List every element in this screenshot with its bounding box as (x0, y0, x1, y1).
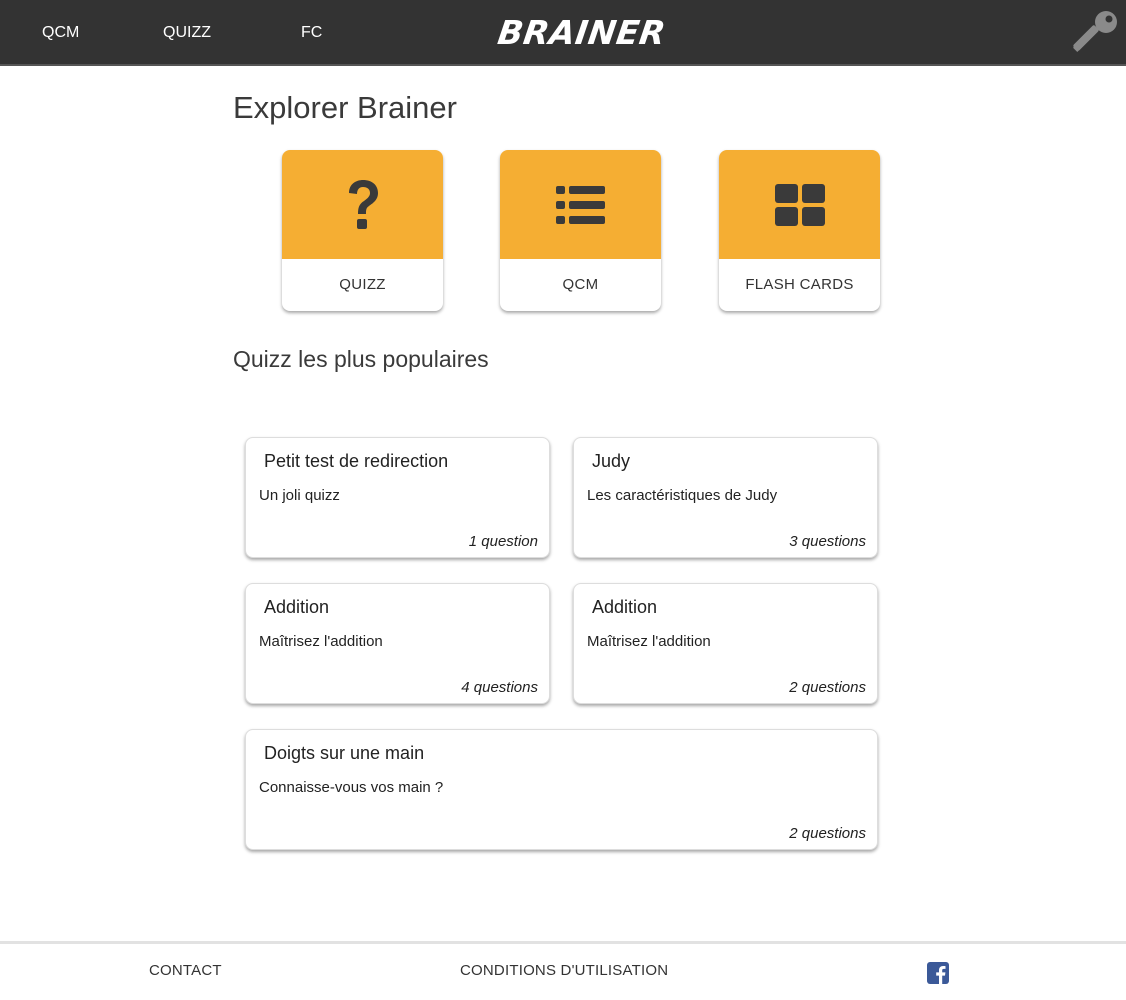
category-tile-flash-cards[interactable]: FLASH CARDS (719, 150, 880, 311)
quiz-description: Un joli quizz (259, 487, 340, 504)
quiz-question-count: 4 questions (461, 679, 538, 696)
tile-header (500, 150, 661, 259)
tile-header (719, 150, 880, 259)
category-tile-quizz[interactable]: QUIZZ (282, 150, 443, 311)
quiz-question-count: 2 questions (789, 679, 866, 696)
question-mark-icon (348, 179, 378, 229)
quiz-title: Petit test de redirection (264, 451, 449, 471)
grid-icon (774, 183, 825, 226)
facebook-icon[interactable] (927, 962, 949, 984)
quiz-card[interactable]: Judy Les caractéristiques de Judy 3 ques… (573, 437, 878, 558)
tile-label: QCM (562, 276, 599, 293)
page-title: Explorer Brainer (233, 90, 457, 125)
quiz-card[interactable]: Petit test de redirection Un joli quizz … (245, 437, 550, 558)
tile-header (282, 150, 443, 259)
nav-link-qcm[interactable]: QCM (42, 24, 79, 42)
quiz-description: Les caractéristiques de Judy (587, 487, 778, 504)
quiz-title: Doigts sur une main (264, 743, 425, 763)
brainer-logo[interactable]: BRAINER (495, 10, 668, 56)
quiz-card[interactable]: Addition Maîtrisez l'addition 4 question… (245, 583, 550, 704)
quiz-question-count: 3 questions (789, 533, 866, 550)
category-tile-qcm[interactable]: QCM (500, 150, 661, 311)
key-icon[interactable] (1068, 8, 1122, 60)
quiz-title: Addition (592, 597, 658, 617)
quiz-description: Connaisse-vous vos main ? (259, 779, 444, 796)
top-navigation-bar: QCM QUIZZ FC BRAINER (0, 0, 1126, 66)
quiz-title: Judy (592, 451, 631, 471)
quiz-card[interactable]: Doigts sur une main Connaisse-vous vos m… (245, 729, 878, 850)
footer-terms-link[interactable]: CONDITIONS D'UTILISATION (460, 962, 668, 979)
list-icon (555, 185, 605, 224)
quiz-description: Maîtrisez l'addition (587, 633, 711, 650)
popular-quizz-heading: Quizz les plus populaires (233, 346, 489, 372)
quiz-description: Maîtrisez l'addition (259, 633, 383, 650)
footer-divider (0, 941, 1126, 944)
nav-link-quizz[interactable]: QUIZZ (163, 24, 211, 42)
tile-label: FLASH CARDS (745, 276, 854, 293)
nav-link-fc[interactable]: FC (301, 24, 322, 42)
quiz-question-count: 1 question (468, 533, 538, 550)
tile-label: QUIZZ (339, 276, 386, 293)
quiz-question-count: 2 questions (789, 825, 866, 842)
quiz-card[interactable]: Addition Maîtrisez l'addition 2 question… (573, 583, 878, 704)
footer-contact-link[interactable]: CONTACT (149, 962, 222, 979)
quiz-title: Addition (264, 597, 330, 617)
